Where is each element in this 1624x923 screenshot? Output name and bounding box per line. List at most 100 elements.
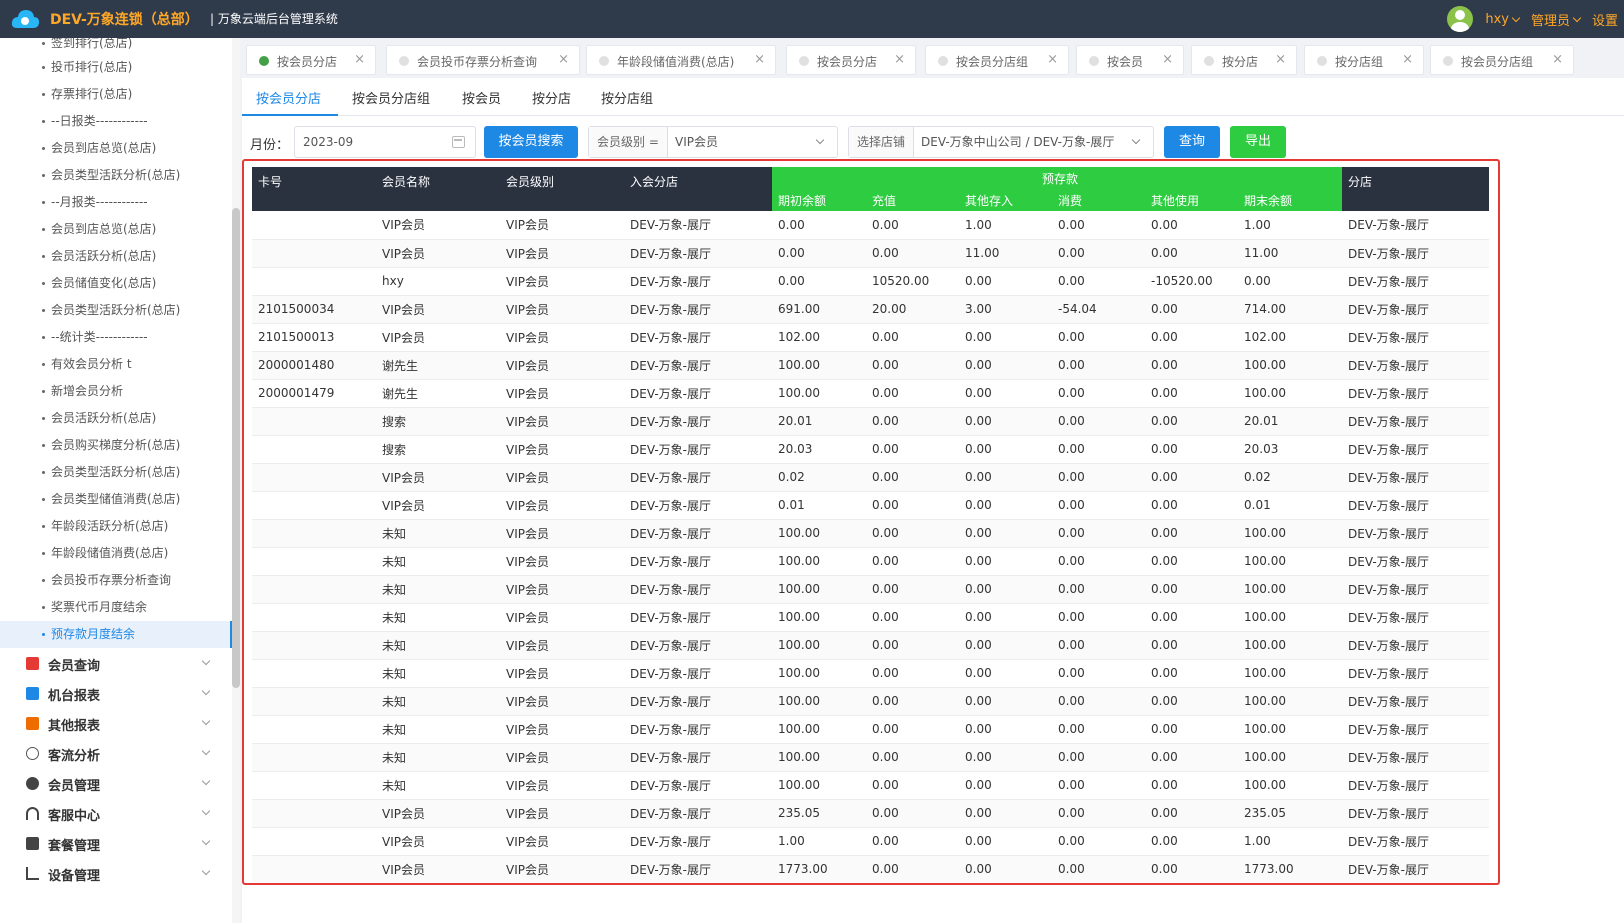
menu-group-other-report[interactable]: 其他报表 bbox=[0, 709, 232, 739]
tab-store-group[interactable]: 按分店组 × bbox=[1304, 45, 1424, 75]
close-icon[interactable]: × bbox=[1047, 52, 1058, 67]
table-row[interactable]: VIP会员 VIP会员 DEV-万象-展厅 1773.00 0.00 0.00 0.00 0.… bbox=[252, 855, 1489, 883]
highlighted-table-frame: 卡号 会员名称 会员级别 入会分店 预存款 分店 期初余额 充值 其他存入 消费 bbox=[242, 159, 1500, 885]
close-icon[interactable]: × bbox=[1275, 52, 1286, 67]
tab-store[interactable]: 按分店 × bbox=[1191, 45, 1297, 75]
sidebar-sub-item[interactable]: --统计类------------ bbox=[42, 324, 148, 351]
table-row[interactable]: 2000001479 谢先生 VIP会员 DEV-万象-展厅 100.00 0.00 0.0… bbox=[252, 379, 1489, 408]
role-menu[interactable]: 管理员 bbox=[1531, 10, 1582, 29]
subtab-member-store-group[interactable]: 按会员分店组 bbox=[352, 88, 430, 107]
tab-member-store-group[interactable]: 按会员分店组 × bbox=[925, 45, 1069, 75]
table-row[interactable]: 未知 VIP会员 DEV-万象-展厅 100.00 0.00 0.00 0.00 0.00 10… bbox=[252, 687, 1489, 716]
sidebar-sub-item[interactable]: 新增会员分析 bbox=[42, 378, 123, 405]
sidebar-sub-item[interactable]: 存票排行(总店) bbox=[42, 81, 132, 108]
tab-age-consumption[interactable]: 年龄段储值消费(总店) × bbox=[586, 45, 776, 75]
table-row[interactable]: 2101500013 VIP会员 VIP会员 DEV-万象-展厅 102.00 0.00 0… bbox=[252, 323, 1489, 352]
table-row[interactable]: VIP会员 VIP会员 DEV-万象-展厅 0.00 0.00 11.00 0.00 0.00… bbox=[252, 239, 1489, 268]
sidebar-sub-item[interactable]: 会员购买梯度分析(总店) bbox=[42, 432, 180, 459]
sidebar-sub-item[interactable]: 投币排行(总店) bbox=[42, 54, 132, 81]
table-row[interactable]: VIP会员 VIP会员 DEV-万象-展厅 1.00 0.00 0.00 0.00 0.00 1… bbox=[252, 827, 1489, 856]
table-cell: 0.00 bbox=[959, 771, 1052, 800]
sidebar-sub-item[interactable]: 奖票代币月度结余 bbox=[42, 594, 147, 621]
table-cell: 0.00 bbox=[866, 715, 959, 744]
table-cell: 0.00 bbox=[1052, 855, 1145, 883]
sidebar-sub-item[interactable]: --月报类------------ bbox=[42, 189, 148, 216]
sidebar-sub-item[interactable]: --日报类------------ bbox=[42, 108, 148, 135]
subtab-store[interactable]: 按分店 bbox=[532, 88, 571, 107]
table-row[interactable]: 未知 VIP会员 DEV-万象-展厅 100.00 0.00 0.00 0.00 0.00 10… bbox=[252, 519, 1489, 548]
settings-link[interactable]: 设置 bbox=[1592, 10, 1618, 29]
close-icon[interactable]: × bbox=[354, 52, 365, 67]
sidebar-scrollbar[interactable] bbox=[232, 38, 240, 923]
menu-group-device-management[interactable]: 设备管理 bbox=[0, 859, 232, 889]
table-row[interactable]: 未知 VIP会员 DEV-万象-展厅 100.00 0.00 0.00 0.00 0.00 10… bbox=[252, 603, 1489, 632]
table-cell: 102.00 bbox=[1238, 323, 1343, 352]
table-row[interactable]: 未知 VIP会员 DEV-万象-展厅 100.00 0.00 0.00 0.00 0.00 10… bbox=[252, 743, 1489, 772]
member-level-select[interactable]: 会员级别 = VIP会员 bbox=[588, 126, 838, 158]
sidebar-sub-item[interactable]: 会员活跃分析(总店) bbox=[42, 243, 156, 270]
query-button[interactable]: 查询 bbox=[1164, 126, 1220, 158]
close-icon[interactable]: × bbox=[558, 52, 569, 67]
sidebar-sub-item[interactable]: 会员到店总览(总店) bbox=[42, 135, 156, 162]
table-row[interactable]: 2000001480 谢先生 VIP会员 DEV-万象-展厅 100.00 0.00 0.0… bbox=[252, 351, 1489, 380]
table-row[interactable]: VIP会员 VIP会员 DEV-万象-展厅 0.02 0.00 0.00 0.00 0.00 0… bbox=[252, 463, 1489, 492]
sidebar-sub-item[interactable]: 会员类型活跃分析(总店) bbox=[42, 459, 180, 486]
subtab-member[interactable]: 按会员 bbox=[462, 88, 501, 107]
sidebar-sub-item[interactable]: 会员到店总览(总店) bbox=[42, 216, 156, 243]
menu-group-package-management[interactable]: 套餐管理 bbox=[0, 829, 232, 859]
table-row[interactable]: hxy VIP会员 DEV-万象-展厅 0.00 10520.00 0.00 0.00 -10… bbox=[252, 267, 1489, 296]
top-header: DEV-万象连锁（总部） | 万象云端后台管理系统 hxy 管理员 设置 bbox=[0, 0, 1624, 38]
close-icon[interactable]: × bbox=[894, 52, 905, 67]
user-menu[interactable]: hxy bbox=[1485, 12, 1521, 27]
tab-member[interactable]: 按会员 × bbox=[1076, 45, 1184, 75]
table-row[interactable]: 未知 VIP会员 DEV-万象-展厅 100.00 0.00 0.00 0.00 0.00 10… bbox=[252, 631, 1489, 660]
sidebar-sub-item[interactable]: 会员投币存票分析查询 bbox=[42, 567, 171, 594]
menu-group-member-management[interactable]: 会员管理 bbox=[0, 769, 232, 799]
table-row[interactable]: VIP会员 VIP会员 DEV-万象-展厅 235.05 0.00 0.00 0.00 0.0… bbox=[252, 799, 1489, 828]
export-button[interactable]: 导出 bbox=[1230, 126, 1286, 158]
close-icon[interactable]: × bbox=[1402, 52, 1413, 67]
member-search-button[interactable]: 按会员搜索 bbox=[484, 126, 578, 158]
avatar[interactable] bbox=[1447, 6, 1474, 32]
table-row[interactable]: VIP会员 VIP会员 DEV-万象-展厅 0.01 0.00 0.00 0.00 0.00 0… bbox=[252, 491, 1489, 520]
tab-member-store-group-2[interactable]: 按会员分店组 × bbox=[1430, 45, 1574, 75]
table-cell: 100.00 bbox=[1238, 379, 1343, 408]
close-icon[interactable]: × bbox=[1162, 52, 1173, 67]
menu-group-machine-report[interactable]: 机台报表 bbox=[0, 679, 232, 709]
menu-group-service-center[interactable]: 客服中心 bbox=[0, 799, 232, 829]
store-select[interactable]: 选择店铺 DEV-万象中山公司 / DEV-万象-展厅 bbox=[848, 126, 1154, 158]
table-row[interactable]: 未知 VIP会员 DEV-万象-展厅 100.00 0.00 0.00 0.00 0.00 10… bbox=[252, 547, 1489, 576]
table-row[interactable]: 搜索 VIP会员 DEV-万象-展厅 20.03 0.00 0.00 0.00 0.00 20.… bbox=[252, 435, 1489, 464]
table-row[interactable]: VIP会员 VIP会员 DEV-万象-展厅 0.00 0.00 1.00 0.00 0.00 1… bbox=[252, 211, 1489, 240]
tab-member-store[interactable]: 按会员分店 × bbox=[246, 45, 376, 75]
table-row[interactable]: 未知 VIP会员 DEV-万象-展厅 100.00 0.00 0.00 0.00 0.00 10… bbox=[252, 575, 1489, 604]
calendar-icon bbox=[452, 136, 465, 148]
table-row[interactable]: 搜索 VIP会员 DEV-万象-展厅 20.01 0.00 0.00 0.00 0.00 20.… bbox=[252, 407, 1489, 436]
sidebar-sub-item[interactable]: 会员类型活跃分析(总店) bbox=[42, 297, 180, 324]
sidebar-sub-item[interactable]: 会员活跃分析(总店) bbox=[42, 405, 156, 432]
close-icon[interactable]: × bbox=[754, 52, 765, 67]
sidebar-scroll-thumb[interactable] bbox=[232, 208, 240, 688]
sidebar-sub-item[interactable]: 年龄段活跃分析(总店) bbox=[42, 513, 168, 540]
subtab-member-store[interactable]: 按会员分店 bbox=[256, 88, 321, 107]
sidebar-sub-item[interactable]: 会员类型活跃分析(总店) bbox=[42, 162, 180, 189]
table-cell: 0.00 bbox=[1145, 519, 1238, 548]
table-row[interactable]: 未知 VIP会员 DEV-万象-展厅 100.00 0.00 0.00 0.00 0.00 10… bbox=[252, 659, 1489, 688]
table-row[interactable]: 未知 VIP会员 DEV-万象-展厅 100.00 0.00 0.00 0.00 0.00 10… bbox=[252, 771, 1489, 800]
table-row[interactable]: 2101500034 VIP会员 VIP会员 DEV-万象-展厅 691.00 20.00… bbox=[252, 295, 1489, 324]
tab-coin-ticket-analysis[interactable]: 会员投币存票分析查询 × bbox=[386, 45, 580, 75]
sidebar-sub-item[interactable]: 年龄段储值消费(总店) bbox=[42, 540, 168, 567]
menu-group-traffic-analysis[interactable]: 客流分析 bbox=[0, 739, 232, 769]
table-row[interactable]: 未知 VIP会员 DEV-万象-展厅 100.00 0.00 0.00 0.00 0.00 10… bbox=[252, 715, 1489, 744]
sidebar-sub-item-active[interactable]: 预存款月度结余 bbox=[0, 621, 232, 648]
tab-member-store-2[interactable]: 按会员分店 × bbox=[786, 45, 916, 75]
month-picker[interactable]: 2023-09 bbox=[294, 126, 476, 158]
user-icon bbox=[26, 777, 39, 790]
sidebar-sub-item[interactable]: 有效会员分析 t bbox=[42, 351, 132, 378]
close-icon[interactable]: × bbox=[1552, 52, 1563, 67]
report-table-container[interactable]: 卡号 会员名称 会员级别 入会分店 预存款 分店 期初余额 充值 其他存入 消费 bbox=[252, 167, 1489, 883]
subtab-store-group[interactable]: 按分店组 bbox=[601, 88, 653, 107]
sidebar-sub-item[interactable]: 会员储值变化(总店) bbox=[42, 270, 156, 297]
menu-group-member-query[interactable]: 会员查询 bbox=[0, 649, 232, 679]
sidebar-sub-item[interactable]: 会员类型储值消费(总店) bbox=[42, 486, 180, 513]
